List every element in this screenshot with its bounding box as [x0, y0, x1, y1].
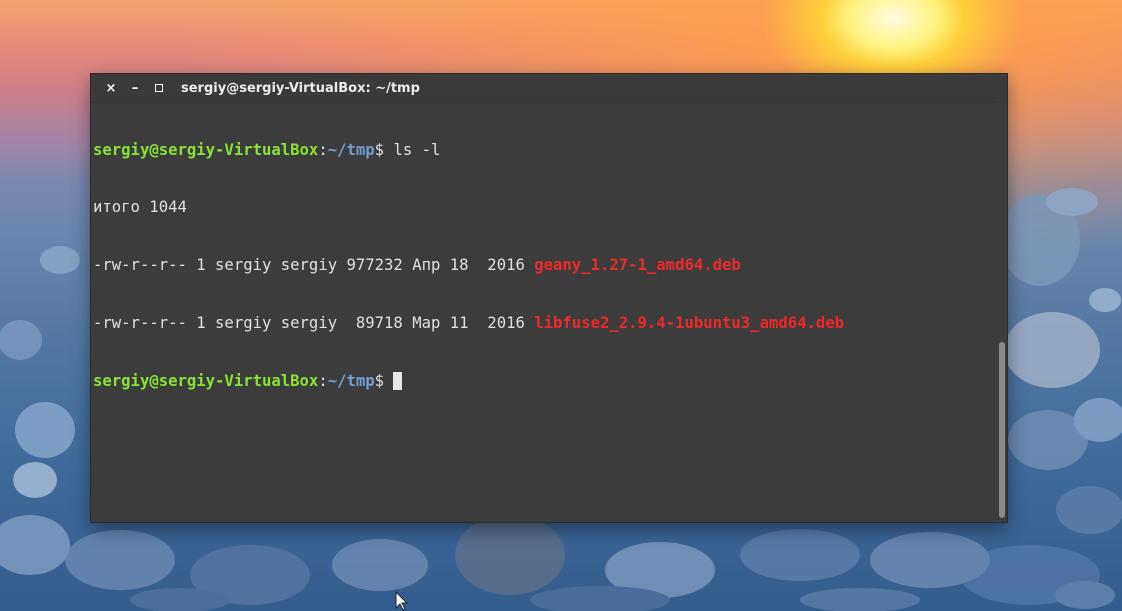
- prompt-path: ~/tmp: [327, 140, 375, 159]
- prompt-user-host: sergiy@sergiy-VirtualBox: [93, 372, 319, 391]
- active-prompt-line[interactable]: sergiy@sergiy-VirtualBox:~/tmp$: [93, 372, 995, 391]
- file-listing-row: -rw-r--r-- 1 sergiy sergiy 977232 Апр 18…: [93, 256, 995, 275]
- minimize-icon: –: [131, 80, 139, 96]
- prompt-colon: :: [318, 372, 328, 391]
- close-button[interactable]: ×: [99, 74, 123, 102]
- prompt-symbol: $: [374, 372, 394, 391]
- prompt-colon: :: [318, 140, 328, 159]
- file-name: libfuse2_2.9.4-1ubuntu3_amd64.deb: [534, 314, 845, 333]
- file-attributes: -rw-r--r-- 1 sergiy sergiy 89718 Мар 11 …: [93, 314, 535, 333]
- close-icon: ×: [105, 80, 117, 96]
- file-listing-row: -rw-r--r-- 1 sergiy sergiy 89718 Мар 11 …: [93, 314, 995, 333]
- total-line: итого 1044: [93, 198, 187, 217]
- window-title: sergiy@sergiy-VirtualBox: ~/tmp: [181, 80, 420, 96]
- file-attributes: -rw-r--r-- 1 sergiy sergiy 977232 Апр 18…: [93, 256, 535, 275]
- window-titlebar[interactable]: × – sergiy@sergiy-VirtualBox: ~/tmp: [91, 74, 1007, 103]
- text-cursor: [393, 372, 403, 391]
- prompt-user-host: sergiy@sergiy-VirtualBox: [93, 140, 319, 159]
- minimize-button[interactable]: –: [123, 74, 147, 102]
- terminal-output[interactable]: sergiy@sergiy-VirtualBox:~/tmp$ ls -l ит…: [91, 102, 997, 522]
- scrollbar-thumb[interactable]: [999, 342, 1005, 518]
- prompt-symbol: $: [374, 140, 394, 159]
- terminal-window[interactable]: × – sergiy@sergiy-VirtualBox: ~/tmp serg…: [91, 74, 1007, 522]
- maximize-button[interactable]: [147, 74, 171, 102]
- prompt-path: ~/tmp: [327, 372, 375, 391]
- maximize-icon: [155, 84, 163, 92]
- command-text: ls -l: [393, 140, 441, 159]
- mouse-pointer-icon: [395, 591, 409, 611]
- file-name: geany_1.27-1_amd64.deb: [534, 256, 741, 275]
- command-line: sergiy@sergiy-VirtualBox:~/tmp$ ls -l: [93, 141, 995, 160]
- terminal-scrollbar[interactable]: [997, 102, 1007, 522]
